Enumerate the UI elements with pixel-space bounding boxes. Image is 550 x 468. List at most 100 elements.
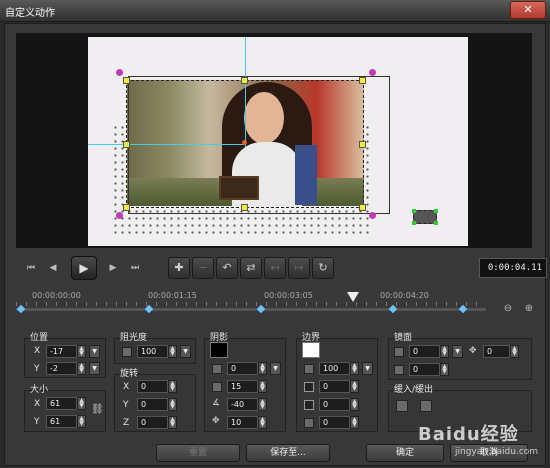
border-inner-icon [304,400,314,410]
link-icon[interactable]: ⛓ [91,404,104,415]
watermark-logo: Baidu经验 [418,424,519,445]
time-label: 00:00:03:05 [264,291,313,300]
position-x-label: X [34,346,41,356]
timecode-display[interactable]: 0:00:04.11 [479,258,547,278]
mirror-fade-icon [394,365,404,375]
position-title: 位置 [30,333,49,343]
reset-button[interactable]: 重置 [156,444,240,462]
reverse-keyframe-icon[interactable]: ↶ [216,257,238,279]
move-right-icon[interactable]: ↦ [288,257,310,279]
position-y-dropdown[interactable]: ▼ [89,362,100,375]
opacity-icon [122,347,132,357]
end-position-marker[interactable] [412,209,438,225]
shadow-color-swatch[interactable] [210,342,228,358]
rotation-z-field[interactable]: 0 ▲ ▼ [137,416,177,429]
mirror-opacity-dropdown[interactable]: ▼ [452,345,463,358]
goto-start-icon[interactable]: ⏮ [24,261,38,275]
resize-handle-tr[interactable] [359,77,366,84]
resize-handle-t[interactable] [241,77,248,84]
play-button[interactable]: ▶ [71,256,97,280]
keyframe-marker[interactable] [458,304,468,314]
timeline-track[interactable] [16,308,486,311]
zoom-in-icon[interactable]: ⊕ [523,303,535,315]
rotation-x-field[interactable]: 0 ▲ ▼ [137,380,177,393]
remove-keyframe-icon[interactable]: − [192,257,214,279]
fade-in-icon[interactable] [396,400,408,412]
resize-handle-b[interactable] [241,204,248,211]
title-bar: 自定义动作 ✕ [0,0,550,22]
resize-handle-tl[interactable] [123,77,130,84]
position-x-dropdown[interactable]: ▼ [89,345,100,358]
rotation-title: 旋转 [120,369,139,379]
mirror-fade-field[interactable]: 0 ▲ ▼ [409,363,449,376]
border-inner-field[interactable]: 0 ▲ ▼ [319,398,359,411]
shadow-distance-field[interactable]: 10 ▲ ▼ [227,416,267,429]
size-title: 大小 [30,385,49,395]
shadow-angle-icon: ∡ [212,398,221,408]
timeline-ruler[interactable]: 00:00:00:00 00:00:01:15 00:00:03:05 00:0… [16,288,486,320]
zoom-out-icon[interactable]: ⊖ [502,303,514,315]
size-x-field[interactable]: 61 ▲ ▼ [46,397,86,410]
keyframe-marker[interactable] [16,304,26,314]
border-opacity-dropdown[interactable]: ▼ [362,362,373,375]
rotation-y-field[interactable]: 0 ▲ ▼ [137,398,177,411]
save-as-button[interactable]: 保存至... [246,444,330,462]
time-label: 00:00:00:00 [32,291,81,300]
rotation-y-label: Y [123,400,129,410]
shadow-opacity-field[interactable]: 0 ▲ ▼ [227,362,267,375]
keyframe-marker[interactable] [256,304,266,314]
rotate-handle-bl[interactable] [116,212,123,219]
position-y-label: Y [34,364,40,374]
watermark-url: jingyan.baidu.com [455,447,539,457]
keyframe-marker[interactable] [144,304,154,314]
resize-handle-l[interactable] [123,141,130,148]
rotation-x-label: X [123,382,130,392]
keyframe-options-icon[interactable]: ↻ [312,257,334,279]
guide-vertical [245,37,246,147]
size-y-field[interactable]: 61 ▲ ▼ [46,415,86,428]
size-y-label: Y [34,417,40,427]
keyframe-marker[interactable] [388,304,398,314]
border-width-icon [304,382,314,392]
swap-keyframes-icon[interactable]: ⇄ [240,257,262,279]
position-x-field[interactable]: -17 ▲ ▼ [46,345,86,358]
shadow-size-field[interactable]: 15 ▲ ▼ [227,380,267,393]
time-label: 00:00:04:20 [380,291,429,300]
shadow-opacity-dropdown[interactable]: ▼ [270,362,281,375]
mirror-opacity-icon [394,347,404,357]
opacity-dropdown[interactable]: ▼ [180,345,191,358]
previous-frame-icon[interactable]: ◀ [46,261,60,275]
ok-button[interactable]: 确定 [366,444,444,462]
resize-handle-br[interactable] [359,204,366,211]
playhead[interactable] [347,292,359,302]
rotate-handle-tl[interactable] [116,69,123,76]
border-softness-field[interactable]: 0 ▲ ▼ [319,416,359,429]
shadow-size-icon [212,382,222,392]
fade-out-icon[interactable] [420,400,432,412]
add-keyframe-icon[interactable]: ✚ [168,257,190,279]
move-left-icon[interactable]: ↤ [264,257,286,279]
shadow-distance-icon: ✥ [212,416,220,426]
time-label: 00:00:01:15 [148,291,197,300]
opacity-field[interactable]: 100 ▲ ▼ [137,345,177,358]
rotate-handle-tr[interactable] [369,69,376,76]
mirror-offset-icon: ✥ [469,346,477,356]
border-opacity-field[interactable]: 100 ▲ ▼ [319,362,359,375]
border-color-swatch[interactable] [302,342,320,358]
resize-handle-r[interactable] [359,141,366,148]
rotate-handle-br[interactable] [369,212,376,219]
next-frame-icon[interactable]: ▶ [106,261,120,275]
opacity-title: 阻光度 [120,333,148,343]
mirror-opacity-field[interactable]: 0 ▲ ▼ [409,345,449,358]
goto-end-icon[interactable]: ⏭ [128,261,142,275]
shadow-angle-field[interactable]: -40 ▲ ▼ [227,398,267,411]
mirror-offset-field[interactable]: 0 ▲ ▼ [483,345,519,358]
position-y-field[interactable]: -2 ▲ ▼ [46,362,86,375]
shadow-opacity-icon [212,364,222,374]
size-x-label: X [34,399,41,409]
border-width-field[interactable]: 0 ▲ ▼ [319,380,359,393]
center-point[interactable] [242,140,247,145]
close-button[interactable]: ✕ [510,1,546,19]
border-softness-icon [304,418,314,428]
resize-handle-bl[interactable] [123,204,130,211]
